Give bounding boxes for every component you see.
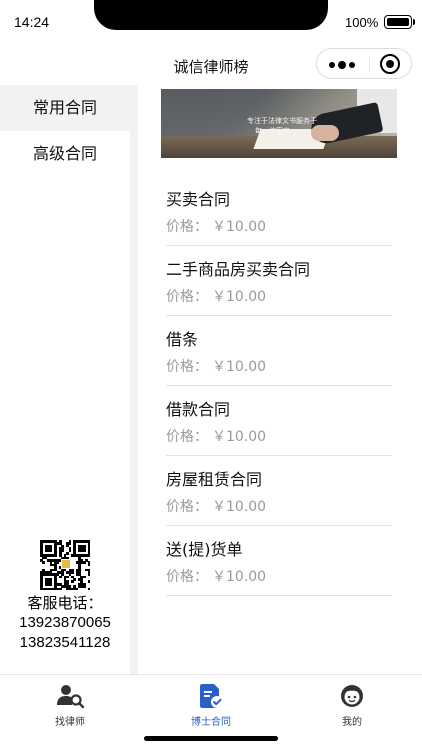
notch bbox=[94, 0, 328, 30]
contract-title: 借条 bbox=[166, 330, 199, 349]
status-time: 14:24 bbox=[14, 14, 50, 30]
contract-title: 房屋租赁合同 bbox=[166, 470, 263, 489]
contract-item[interactable]: 买卖合同 价格： ￥10.00 bbox=[166, 176, 392, 246]
contract-icon bbox=[200, 684, 223, 708]
tab-label: 博士合同 bbox=[191, 717, 231, 728]
sidebar-divider bbox=[130, 85, 138, 675]
contract-title: 买卖合同 bbox=[166, 190, 231, 209]
contract-price: 价格： ￥10.00 bbox=[166, 289, 267, 305]
contract-item[interactable]: 借款合同 价格： ￥10.00 bbox=[166, 386, 392, 456]
tab-label: 找律师 bbox=[55, 717, 85, 728]
contract-price: 价格： ￥10.00 bbox=[166, 429, 267, 445]
contract-item[interactable]: 房屋租赁合同 价格： ￥10.00 bbox=[166, 456, 392, 526]
customer-service-block: 客服电话： 13923870065 13823541128 bbox=[0, 540, 130, 653]
phone-number[interactable]: 13823541128 bbox=[0, 633, 130, 653]
capsule-divider bbox=[369, 57, 370, 72]
contract-list: 买卖合同 价格： ￥10.00 二手商品房买卖合同 价格： ￥10.00 借条 价格… bbox=[166, 176, 392, 596]
contract-item[interactable]: 送(提)货单 价格： ￥10.00 bbox=[166, 526, 392, 596]
qr-code bbox=[36, 540, 94, 591]
customer-service-label: 客服电话： bbox=[27, 594, 103, 612]
contract-item[interactable]: 二手商品房买卖合同 价格： ￥10.00 bbox=[166, 246, 392, 316]
contract-title: 送(提)货单 bbox=[166, 540, 243, 559]
sidebar-item-advanced-contracts[interactable]: 高级合同 bbox=[0, 131, 130, 177]
phone-number[interactable]: 13923870065 bbox=[0, 613, 130, 633]
tab-label: 我的 bbox=[342, 717, 362, 728]
profile-icon bbox=[341, 685, 363, 707]
battery-icon bbox=[384, 15, 415, 29]
contract-price: 价格： ￥10.00 bbox=[166, 499, 267, 515]
banner-image: 专注于法律文书服务于 每一位客户 bbox=[161, 89, 397, 158]
tab-profile[interactable]: 我的 bbox=[282, 675, 422, 731]
mini-program-capsule bbox=[316, 48, 412, 79]
find-lawyer-icon bbox=[57, 685, 84, 709]
contract-title: 二手商品房买卖合同 bbox=[166, 260, 311, 279]
contract-price: 价格： ￥10.00 bbox=[166, 569, 267, 585]
battery-percent: 100% bbox=[345, 15, 379, 30]
contract-item[interactable]: 借条 价格： ￥10.00 bbox=[166, 316, 392, 386]
banner-caption: 专注于法律文书服务于 bbox=[247, 117, 317, 125]
close-mini-program-icon[interactable] bbox=[380, 54, 400, 74]
home-indicator bbox=[144, 736, 278, 741]
sidebar-item-common-contracts[interactable]: 常用合同 bbox=[0, 85, 130, 131]
banner-caption: 每一位客户 bbox=[255, 127, 290, 135]
contract-title: 借款合同 bbox=[166, 400, 231, 419]
contract-price: 价格： ￥10.00 bbox=[166, 359, 267, 375]
more-icon[interactable] bbox=[329, 61, 355, 69]
contract-price: 价格： ￥10.00 bbox=[166, 219, 267, 235]
status-bar: 14:24 100% bbox=[0, 0, 422, 44]
tab-contracts[interactable]: 博士合同 bbox=[141, 675, 281, 731]
battery-level bbox=[387, 18, 409, 26]
tab-find-lawyer[interactable]: 找律师 bbox=[0, 675, 140, 731]
